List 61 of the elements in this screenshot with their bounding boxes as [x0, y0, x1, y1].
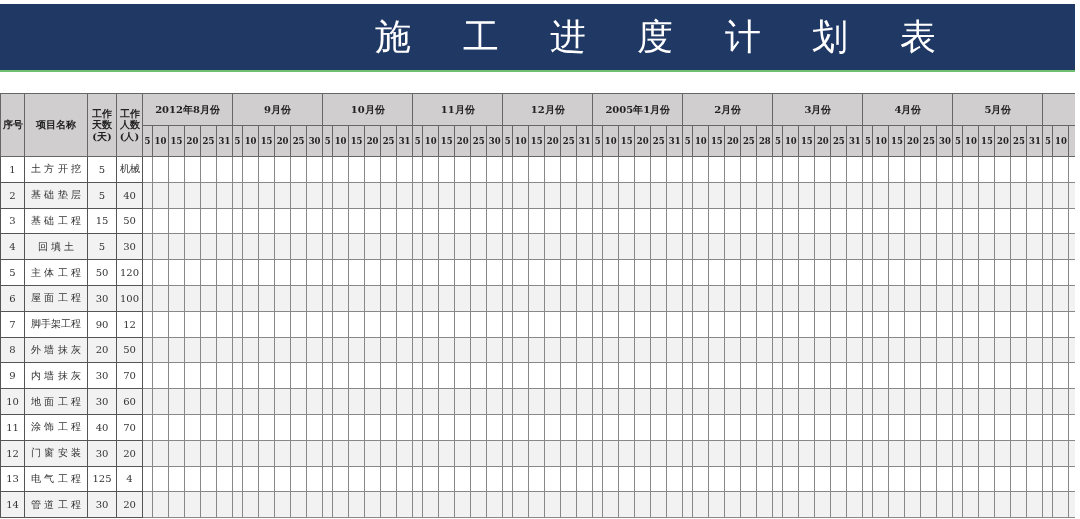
day-header: 5 [682, 125, 693, 157]
table-cell: 机械 [116, 156, 143, 183]
month-header: 2月份 [682, 93, 773, 126]
table-cell: 内 墙 抹 灰 [24, 362, 88, 389]
day-header: 5 [412, 125, 423, 157]
table-cell: 50 [116, 208, 143, 234]
day-header: 5 [862, 125, 873, 157]
table-cell: 12 [0, 440, 25, 467]
month-header: 3月份 [772, 93, 863, 126]
table-cell: 40 [87, 414, 117, 441]
table-cell: 3 [0, 208, 25, 234]
day-header: 5 [952, 125, 963, 157]
table-cell: 30 [87, 362, 117, 389]
table-cell: 70 [116, 362, 143, 389]
table-cell: 50 [87, 259, 117, 286]
month-header: 11月份 [412, 93, 503, 126]
day-header: 5 [502, 125, 513, 157]
day-header: 5 [1042, 125, 1053, 157]
table-cell: 4 [0, 233, 25, 260]
month-header: 5月份 [952, 93, 1043, 126]
table-cell: 13 [0, 466, 25, 492]
table-cell: 主 体 工 程 [24, 259, 88, 286]
table-cell: 5 [87, 156, 117, 183]
month-header: 10月份 [322, 93, 413, 126]
column-header: 序号 [0, 93, 25, 157]
table-cell: 基 础 工 程 [24, 208, 88, 234]
table-cell: 11 [0, 414, 25, 441]
table-cell: 7 [0, 311, 25, 338]
table-cell: 电 气 工 程 [24, 466, 88, 492]
table-cell: 涂 饰 工 程 [24, 414, 88, 441]
table-cell: 120 [116, 259, 143, 286]
day-header: 5 [322, 125, 333, 157]
table-cell: 6 [0, 285, 25, 312]
month-header: 2012年8月份 [142, 93, 233, 126]
table-cell: 土 方 开 挖 [24, 156, 88, 183]
day-header: 5 [142, 125, 153, 157]
column-header: 工作人数(人) [116, 93, 143, 157]
day-header: 5 [232, 125, 243, 157]
month-header: 2005年1月份 [592, 93, 683, 126]
table-cell: 5 [0, 259, 25, 286]
table-cell: 8 [0, 337, 25, 363]
column-header: 工作天数(天) [87, 93, 117, 157]
table-cell: 90 [87, 311, 117, 338]
month-header: 12月份 [502, 93, 593, 126]
table-cell: 70 [116, 414, 143, 441]
table-cell: 9 [0, 362, 25, 389]
table-cell: 125 [87, 466, 117, 492]
table-cell: 1 [0, 156, 25, 183]
table-cell: 12 [116, 311, 143, 338]
sheet-title: 施 工 进 度 计 划 表 [375, 19, 936, 55]
table-cell: 14 [0, 491, 25, 518]
table-cell: 脚手架工程 [24, 311, 88, 338]
table-cell: 4 [116, 466, 143, 492]
column-header: 项目名称 [24, 93, 88, 157]
table-cell: 15 [87, 208, 117, 234]
table-cell: 10 [0, 388, 25, 415]
month-header: 9月份 [232, 93, 323, 126]
table-cell: 2 [0, 182, 25, 209]
day-header: 5 [772, 125, 783, 157]
month-header: 4月份 [862, 93, 953, 126]
day-header: 5 [592, 125, 603, 157]
